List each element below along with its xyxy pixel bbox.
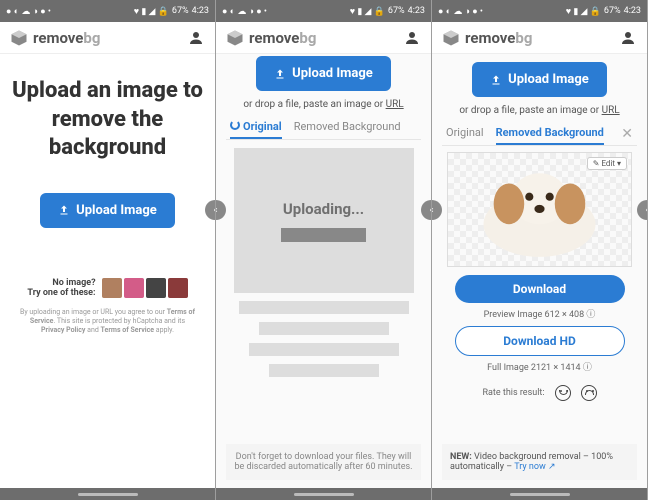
sample-thumb[interactable]	[124, 278, 144, 298]
full-size: Full Image 2121 × 1414 ⓘ	[487, 360, 592, 373]
terms-text: By uploading an image or URL you agree t…	[10, 308, 205, 335]
preview-size: Preview Image 612 × 408 ⓘ	[484, 307, 596, 320]
try-now-link[interactable]: Try now ↗	[514, 462, 555, 472]
sample-thumb[interactable]	[168, 278, 188, 298]
screen-uploading: ● ◐ ☁ ◑ ● • ♥ ▮ ◢ 🔒67% 4:23 removebg Upl…	[216, 0, 432, 500]
logo-icon	[226, 29, 244, 47]
rate-row: Rate this result:	[482, 385, 596, 401]
skeleton	[239, 301, 409, 314]
tabs: Original Removed Background	[226, 116, 421, 140]
nav-bar	[216, 488, 431, 500]
drop-hint: or drop a file, paste an image or URL	[459, 105, 619, 116]
sample-thumb[interactable]	[102, 278, 122, 298]
close-icon[interactable]: ✕	[621, 126, 633, 145]
download-hd-button[interactable]: Download HD	[455, 326, 625, 356]
app-header: removebg	[0, 22, 215, 54]
skeleton	[249, 343, 399, 356]
sample-images: No image?Try one of these:	[27, 278, 187, 298]
upload-icon	[274, 68, 286, 80]
user-icon[interactable]	[403, 29, 421, 47]
app-header: removebg	[432, 22, 647, 54]
spinner-icon	[230, 120, 240, 130]
skeleton	[259, 322, 389, 335]
download-button[interactable]: Download	[455, 275, 625, 303]
tab-original[interactable]: Original	[230, 120, 282, 139]
uploading-placeholder: Uploading...	[234, 148, 414, 293]
user-icon[interactable]	[619, 29, 637, 47]
nav-bar	[432, 488, 647, 500]
upload-icon	[490, 74, 502, 86]
upload-button[interactable]: Upload Image	[40, 193, 175, 228]
status-bar: ● ◐ ☁ ◑ ● • ♥ ▮ ◢ 🔒67% 4:23	[216, 0, 431, 22]
thumbs-up-icon[interactable]	[555, 385, 571, 401]
logo-icon	[442, 29, 460, 47]
upload-button[interactable]: Upload Image	[472, 62, 607, 97]
tab-removed[interactable]: Removed Background	[496, 126, 604, 145]
dog-image	[458, 158, 621, 260]
tab-removed[interactable]: Removed Background	[294, 120, 401, 139]
nav-bar	[0, 488, 215, 500]
drop-hint: or drop a file, paste an image or URL	[243, 99, 403, 110]
user-icon[interactable]	[187, 29, 205, 47]
logo[interactable]: removebg	[10, 29, 100, 47]
app-header: removebg	[216, 22, 431, 54]
status-bar: ● ◐ ☁ ◑ ● • ♥ ▮ ◢ 🔒67% 4:23	[0, 0, 215, 22]
status-bar: ● ◐ ☁ ◑ ● • ♥ ▮ ◢ 🔒67% 4:23	[432, 0, 647, 22]
promo-banner: NEW: Video background removal – 100% aut…	[442, 444, 637, 480]
hero-title: Upload an image to remove the background	[10, 77, 205, 163]
logo-icon	[10, 29, 28, 47]
discard-notice: Don't forget to download your files. The…	[226, 444, 421, 480]
edit-button[interactable]: ✎ Edit ▾	[587, 157, 627, 170]
logo[interactable]: removebg	[226, 29, 316, 47]
skeleton	[269, 364, 379, 377]
thumbs-down-icon[interactable]	[581, 385, 597, 401]
url-link[interactable]: URL	[386, 99, 404, 110]
screen-landing: ● ◐ ☁ ◑ ● • ♥ ▮ ◢ 🔒67% 4:23 removebg Upl…	[0, 0, 216, 500]
tab-original[interactable]: Original	[446, 126, 484, 145]
upload-icon	[58, 204, 70, 216]
result-image: ✎ Edit ▾	[447, 152, 632, 267]
upload-button[interactable]: Upload Image	[256, 56, 391, 91]
screen-result: ● ◐ ☁ ◑ ● • ♥ ▮ ◢ 🔒67% 4:23 removebg Upl…	[432, 0, 648, 500]
sample-thumb[interactable]	[146, 278, 166, 298]
progress-bar	[281, 228, 366, 242]
logo[interactable]: removebg	[442, 29, 532, 47]
tabs: Original Removed Background ✕	[442, 122, 637, 146]
url-link[interactable]: URL	[602, 105, 620, 116]
